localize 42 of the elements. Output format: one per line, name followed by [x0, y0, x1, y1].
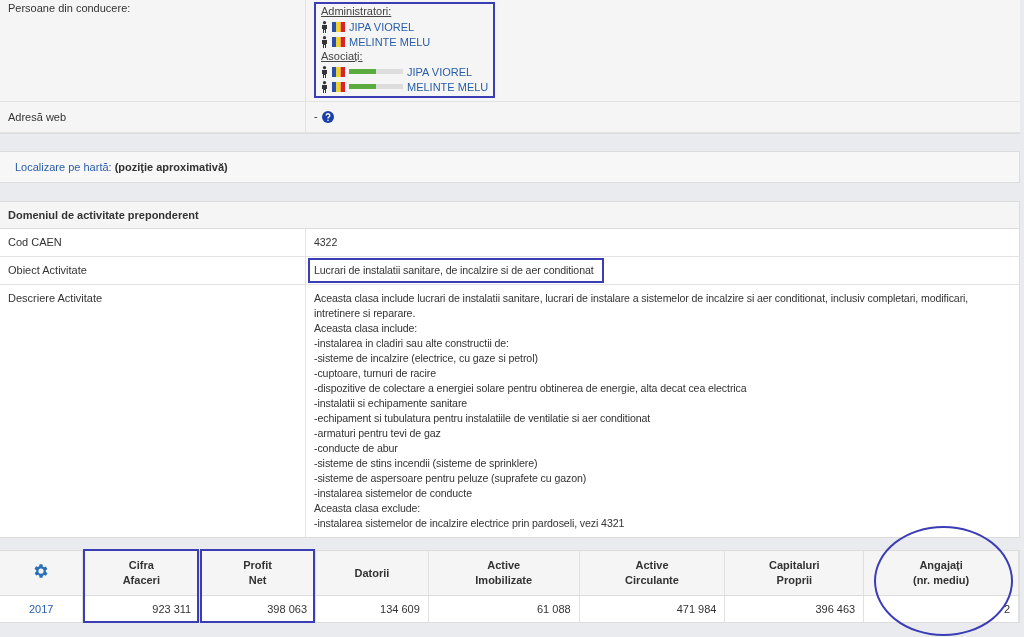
- map-link[interactable]: Localizare pe hartă:: [15, 161, 112, 173]
- column-header: Datorii: [315, 551, 429, 596]
- person-link[interactable]: JIPA VIOREL: [349, 20, 415, 33]
- column-header: Cifra Afaceri: [82, 551, 200, 596]
- table-cell: 396 463: [724, 595, 864, 622]
- flag-icon: [332, 36, 345, 47]
- table-cell: 471 984: [579, 595, 725, 622]
- group-heading: Asociați:: [321, 49, 364, 64]
- person-icon: [321, 80, 328, 93]
- table-cell: 134 609: [315, 595, 429, 622]
- field-label: Persoane din conducere:: [0, 0, 306, 101]
- column-header: Active Imobilizate: [428, 551, 580, 596]
- flag-icon: [332, 21, 345, 32]
- flag-icon: [332, 81, 345, 92]
- person-icon: [321, 35, 328, 48]
- person-link[interactable]: JIPA VIOREL: [407, 65, 473, 78]
- table-cell: 398 063: [199, 595, 316, 622]
- person-link[interactable]: MELINTE MELU: [407, 80, 489, 93]
- table-cell: 61 088: [428, 595, 580, 622]
- help-icon[interactable]: [321, 111, 334, 124]
- person-icon: [321, 20, 328, 33]
- table-cell: 2: [863, 595, 1019, 622]
- flag-icon: [332, 66, 345, 77]
- field-value: Aceasta clasa include lucrari de instalatii sanitare, lucrari de instalare a sistemelor de incalzire si aer conditionat, inclusiv completari, modificari, intretinere si reparare. Aceasta clasa include: -instalarea in cladiri sau alte constructii de: -sisteme de incalzire (electrice, cu gaze si petrol) -cuptoare, turnuri de racire -dispozitive de colectare a energiei solare pentru obtinerea de energie, alta decat cea electrica -instalatii si echipamente sanitare -echipament si tubulatura pentru instalatiile de ventilatie si aer conditionat -armaturi pentru tevi de gaz -conducte de abur -sisteme de stins incendii (sisteme de sprinklere) -sisteme de aspersoare pentru peluze (suprafete cu gazon) -instalarea sistemelor de conducte Aceasta clasa exclude: -instalarea sistemelor de incalzire electrice prin pardoseli, vezi 4321: [313, 291, 970, 531]
- field-label: Adresă web: [0, 102, 306, 132]
- column-header: Active Circulante: [579, 551, 725, 596]
- column-header: Profit Net: [199, 551, 316, 596]
- field-label: Cod CAEN: [0, 229, 306, 256]
- field-label: Obiect Activitate: [0, 257, 306, 284]
- column-header: Angajați (nr. mediu): [863, 551, 1019, 596]
- year-link[interactable]: 2017: [28, 603, 54, 615]
- person-icon: [321, 65, 328, 78]
- position-note: (poziţie aproximativă): [113, 161, 228, 173]
- field-value: 4322: [313, 235, 339, 250]
- group-heading: Administratori:: [321, 4, 393, 19]
- section-heading: Domeniul de activitate preponderent: [0, 202, 1019, 229]
- column-header: Capitaluri Proprii: [724, 551, 864, 596]
- table-cell: 923 311: [82, 595, 200, 622]
- person-link[interactable]: MELINTE MELU: [349, 35, 431, 48]
- annotated-field-value: Lucrari de instalatii sanitare, de incalzire si de aer conditionat: [308, 258, 604, 283]
- field-value: -: [314, 110, 318, 122]
- field-label: Descriere Activitate: [0, 285, 306, 537]
